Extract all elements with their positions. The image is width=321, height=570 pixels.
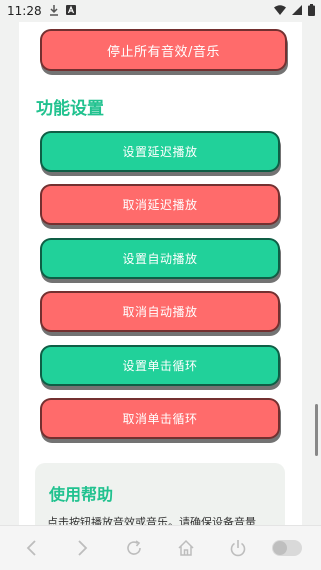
help-text: 点击按钮播放音效或音乐。请确保设备音量 <box>47 516 256 525</box>
forward-icon[interactable] <box>72 538 92 558</box>
power-icon[interactable] <box>228 538 248 558</box>
content-card: 停止所有音效/音乐 功能设置 设置延迟播放 取消延迟播放 设置自动播放 取消自动… <box>19 22 302 525</box>
screen: 11:28 停止所有音效/音乐 功能设置 设置延迟播放 取消延迟播放 设置自动播… <box>0 0 321 570</box>
download-icon <box>49 4 59 19</box>
notification-a-icon <box>65 4 76 18</box>
toggle-switch[interactable] <box>272 540 302 556</box>
help-panel: 使用帮助 点击按钮播放音效或音乐。请确保设备音量 <box>35 463 285 525</box>
toggle-knob <box>273 541 287 555</box>
status-bar: 11:28 <box>0 0 321 22</box>
status-left: 11:28 <box>7 4 76 19</box>
refresh-icon[interactable] <box>124 538 144 558</box>
scrollbar[interactable] <box>315 404 318 456</box>
section-title: 功能设置 <box>36 99 104 119</box>
back-icon[interactable] <box>22 538 42 558</box>
signal-icon <box>292 4 302 18</box>
battery-icon <box>308 3 315 19</box>
status-time: 11:28 <box>7 4 42 18</box>
bottom-nav-bar <box>0 525 321 570</box>
wifi-icon <box>274 4 286 18</box>
cancel-delay-play-button[interactable]: 取消延迟播放 <box>40 184 280 225</box>
set-click-loop-button[interactable]: 设置单击循环 <box>40 345 280 386</box>
cancel-click-loop-button[interactable]: 取消单击循环 <box>40 398 280 439</box>
help-title: 使用帮助 <box>49 485 114 504</box>
set-delay-play-button[interactable]: 设置延迟播放 <box>40 131 280 172</box>
status-right <box>274 3 315 19</box>
set-auto-play-button[interactable]: 设置自动播放 <box>40 238 280 279</box>
stop-all-button[interactable]: 停止所有音效/音乐 <box>40 29 287 71</box>
home-icon[interactable] <box>176 538 196 558</box>
cancel-auto-play-button[interactable]: 取消自动播放 <box>40 291 280 332</box>
